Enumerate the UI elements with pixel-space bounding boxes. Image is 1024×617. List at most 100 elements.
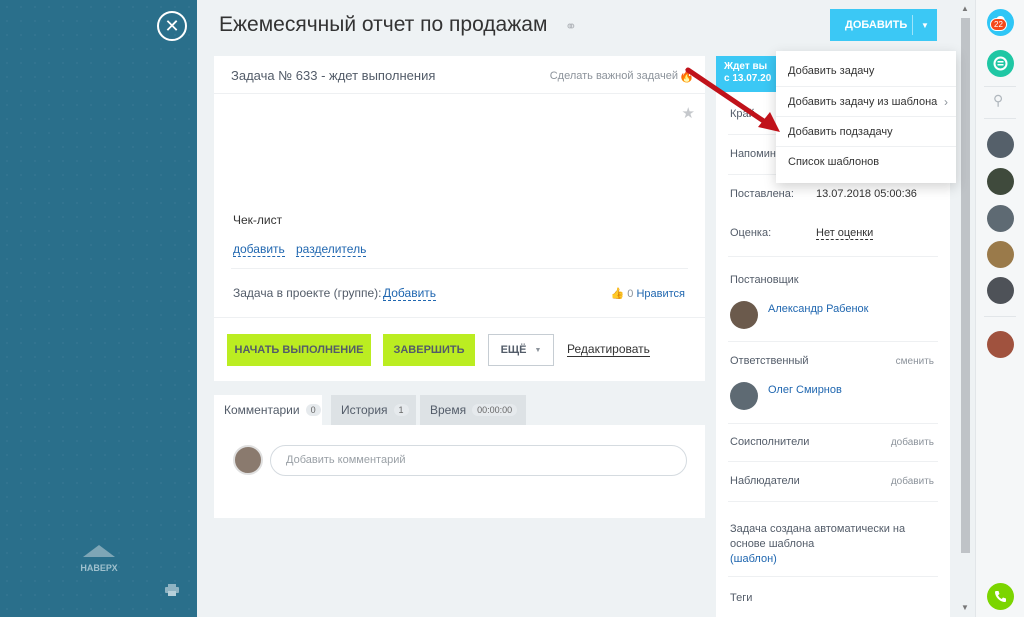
task-header: Задача № 633 - ждет выполнения Сделать в… bbox=[214, 56, 705, 94]
tab-time[interactable]: Время 00:00:00 bbox=[420, 395, 526, 425]
star-icon[interactable]: ★ bbox=[682, 104, 695, 122]
like-button[interactable]: 👍 0 Нравится bbox=[611, 287, 686, 300]
scroll-thumb[interactable] bbox=[961, 18, 970, 553]
auto-created-text: Задача создана автоматически на основе ш… bbox=[730, 523, 906, 550]
tags-label: Теги bbox=[730, 592, 753, 604]
search-icon[interactable]: ⚲ bbox=[993, 92, 1003, 109]
divider bbox=[728, 501, 938, 502]
rating-value[interactable]: Нет оценки bbox=[816, 227, 874, 240]
template-link[interactable]: (шаблон) bbox=[730, 553, 777, 565]
like-label: Нравится bbox=[636, 288, 685, 300]
responsible-name-link[interactable]: Олег Смирнов bbox=[768, 384, 842, 396]
tab-history[interactable]: История 1 bbox=[331, 395, 416, 425]
avatar[interactable] bbox=[730, 382, 758, 410]
scroll-to-top-button[interactable]: НАВЕРХ bbox=[72, 545, 126, 573]
link-icon[interactable]: ⚭ bbox=[565, 18, 577, 35]
page-title: Ежемесячный отчет по продажам bbox=[219, 13, 548, 36]
up-arrow-icon bbox=[83, 545, 115, 557]
divider bbox=[728, 256, 938, 257]
auto-created-note: Задача создана автоматически на основе ш… bbox=[730, 522, 920, 567]
tab-count: 1 bbox=[393, 404, 409, 416]
change-responsible-link[interactable]: сменить bbox=[896, 356, 934, 367]
status-badge: Ждет вы с 13.07.20 bbox=[716, 56, 776, 92]
menu-item-add-subtask[interactable]: Добавить подзадачу bbox=[776, 116, 956, 146]
checklist-title: Чек-лист bbox=[233, 213, 283, 227]
checklist-separator-link[interactable]: разделитель bbox=[296, 242, 367, 257]
scroll-down-icon[interactable]: ▼ bbox=[961, 603, 969, 612]
status-date: с 13.07.20 bbox=[724, 73, 772, 84]
flame-icon[interactable]: 🔥 bbox=[679, 69, 694, 83]
scrollbar[interactable]: ▲ ▼ bbox=[958, 0, 974, 617]
avatar[interactable] bbox=[987, 131, 1014, 158]
divider bbox=[984, 316, 1016, 317]
menu-item-label: Добавить задачу из шаблона bbox=[788, 96, 938, 108]
print-icon[interactable] bbox=[165, 584, 179, 596]
project-label: Задача в проекте (группе): bbox=[233, 286, 382, 300]
add-dropdown-menu: Добавить задачу Добавить задачу из шабло… bbox=[776, 51, 956, 183]
created-label: Поставлена: bbox=[730, 188, 794, 200]
status-line: Ждет вы bbox=[724, 61, 768, 72]
left-overlay bbox=[0, 0, 197, 617]
divider bbox=[984, 86, 1016, 87]
coexecutors-label: Соисполнители bbox=[730, 436, 810, 448]
divider bbox=[984, 118, 1016, 119]
scroll-up-icon[interactable]: ▲ bbox=[961, 4, 969, 13]
avatar[interactable] bbox=[730, 301, 758, 329]
chevron-down-icon: ▼ bbox=[534, 346, 542, 354]
tab-comments[interactable]: Комментарии 0 bbox=[214, 395, 322, 425]
avatar[interactable] bbox=[987, 168, 1014, 195]
thumbs-up-icon: 👍 bbox=[610, 288, 625, 300]
add-button-label: ДОБАВИТЬ bbox=[845, 19, 908, 31]
rating-label: Оценка: bbox=[730, 227, 772, 239]
divider bbox=[728, 461, 938, 462]
creator-label: Постановщик bbox=[730, 274, 799, 286]
divider bbox=[728, 341, 938, 342]
likes-count: 0 bbox=[627, 288, 634, 300]
project-add-link[interactable]: Добавить bbox=[383, 286, 437, 301]
remind-label: Напомина bbox=[730, 148, 783, 160]
divider bbox=[728, 423, 938, 424]
observers-label: Наблюдатели bbox=[730, 475, 800, 487]
more-button-label: ЕЩЁ bbox=[500, 344, 527, 356]
add-coexecutor-link[interactable]: добавить bbox=[891, 437, 934, 448]
add-observer-link[interactable]: добавить bbox=[891, 476, 934, 487]
scroll-to-top-label: НАВЕРХ bbox=[80, 563, 118, 573]
tab-label: Время bbox=[430, 403, 467, 417]
more-button[interactable]: ЕЩЁ ▼ bbox=[488, 334, 554, 366]
menu-item-add-task[interactable]: Добавить задачу bbox=[776, 56, 956, 86]
avatar[interactable] bbox=[987, 277, 1014, 304]
checklist-add-link[interactable]: добавить bbox=[233, 242, 285, 257]
avatar[interactable] bbox=[987, 331, 1014, 358]
tab-label: История bbox=[341, 403, 388, 417]
menu-item-templates-list[interactable]: Список шаблонов bbox=[776, 146, 956, 176]
task-number-status: Задача № 633 - ждет выполнения bbox=[231, 68, 436, 83]
notifications-count: 22 bbox=[990, 18, 1007, 31]
close-slider-button[interactable]: ✕ bbox=[157, 11, 187, 41]
divider bbox=[214, 317, 705, 318]
divider bbox=[728, 576, 938, 577]
finish-task-button[interactable]: ЗАВЕРШИТЬ bbox=[383, 334, 475, 366]
chat-icon[interactable] bbox=[987, 50, 1014, 77]
comment-input[interactable]: Добавить комментарий bbox=[270, 445, 687, 476]
make-important-link[interactable]: Сделать важной задачей bbox=[550, 70, 678, 82]
avatar[interactable] bbox=[987, 241, 1014, 268]
created-value: 13.07.2018 05:00:36 bbox=[816, 188, 917, 200]
tab-count: 00:00:00 bbox=[472, 404, 518, 416]
divider bbox=[231, 268, 688, 269]
tab-label: Комментарии bbox=[224, 403, 300, 417]
start-task-button[interactable]: НАЧАТЬ ВЫПОЛНЕНИЕ bbox=[227, 334, 371, 366]
edit-link[interactable]: Редактировать bbox=[567, 342, 650, 357]
deadline-label: Край bbox=[730, 108, 755, 120]
creator-name-link[interactable]: Александр Рабенок bbox=[768, 303, 868, 315]
tab-count: 0 bbox=[305, 404, 321, 416]
chevron-right-icon: › bbox=[944, 95, 948, 109]
chevron-down-icon[interactable]: ▼ bbox=[913, 21, 937, 30]
task-card: Задача № 633 - ждет выполнения Сделать в… bbox=[214, 56, 705, 381]
phone-icon[interactable] bbox=[987, 583, 1014, 610]
add-button[interactable]: ДОБАВИТЬ ▼ bbox=[830, 9, 937, 41]
comments-panel: Добавить комментарий bbox=[214, 425, 705, 518]
avatar[interactable] bbox=[987, 205, 1014, 232]
right-toolbar: 22 ⚲ bbox=[975, 0, 1024, 617]
responsible-label: Ответственный bbox=[730, 355, 809, 367]
menu-item-add-task-from-template[interactable]: Добавить задачу из шаблона › bbox=[776, 86, 956, 116]
